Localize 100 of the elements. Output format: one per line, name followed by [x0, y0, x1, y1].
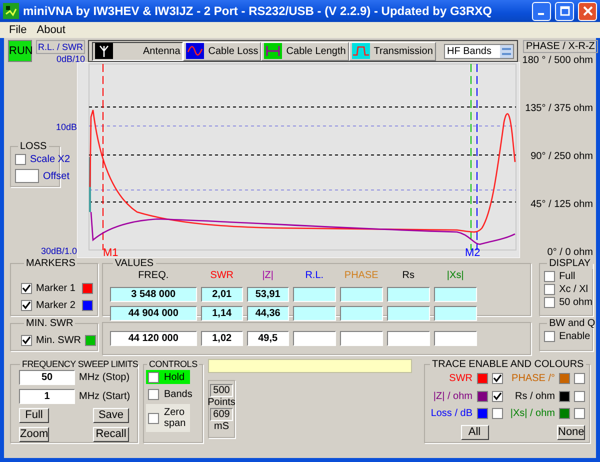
button[interactable]: All	[460, 424, 489, 440]
checkbox[interactable]	[492, 408, 503, 420]
trace-label: |Z| / ohm	[433, 390, 473, 402]
axis-label: 135° / 375 ohm	[525, 103, 593, 114]
unit-label: MHz (Start)	[79, 391, 131, 402]
window-title: miniVNA by IW3HEV & IW3IJZ - 2 Port - RS232/USB - (V 2.2.9) - Updated by G3RXQ	[23, 4, 493, 18]
marker-label: M2	[465, 247, 480, 258]
run-button[interactable]: RUN	[8, 40, 32, 62]
field-label: Offset	[43, 170, 70, 182]
checkbox-label: Zero span	[164, 407, 187, 429]
trace-label: SWR	[449, 373, 473, 384]
close-button[interactable]	[578, 2, 597, 20]
value-field	[434, 331, 477, 346]
stop-field[interactable]: 50	[19, 370, 75, 386]
checkbox[interactable]	[21, 300, 32, 311]
checkbox[interactable]	[574, 373, 585, 384]
axis-label: 10dB	[54, 122, 77, 133]
value-field	[386, 331, 430, 346]
group-title: TRACE ENABLE AND COLOURS	[431, 359, 585, 370]
checkbox[interactable]	[148, 412, 159, 424]
value-field: 1,14	[200, 306, 243, 321]
value-field: 44 904 000	[110, 306, 197, 321]
checkbox[interactable]	[544, 271, 556, 282]
value-field	[386, 287, 430, 302]
minimize-button[interactable]	[532, 2, 551, 20]
group-title: DISPLAY	[548, 258, 592, 269]
control-item[interactable]: Hold	[146, 370, 190, 384]
column-header: R.L.	[304, 269, 325, 283]
trace-line	[89, 157, 91, 212]
tab[interactable]: Cable Loss	[183, 42, 262, 60]
axis-title: PHASE / X-R-Z	[523, 40, 598, 53]
ruler-icon[interactable]	[264, 43, 282, 59]
button[interactable]: None	[557, 424, 585, 440]
checkbox-label: Full	[559, 271, 576, 282]
close-icon[interactable]	[582, 6, 592, 16]
maximize-button[interactable]	[555, 2, 574, 20]
axis-label: 45° / 125 ohm	[530, 199, 593, 210]
group-title: MIN. SWR	[25, 318, 74, 329]
button[interactable]: Zoom	[19, 426, 49, 442]
points-field: 500	[210, 384, 233, 397]
tab[interactable]: Cable Length	[261, 42, 349, 60]
checkbox-label: Enable	[559, 331, 590, 342]
tab[interactable]: Transmission	[348, 42, 436, 60]
group-title: VALUES	[114, 258, 155, 269]
trace-label: PHASE /°	[512, 373, 555, 384]
checkbox[interactable]	[574, 390, 585, 402]
checkbox[interactable]	[492, 390, 503, 402]
checkbox-label: Min. SWR	[36, 335, 81, 346]
value-field	[386, 306, 430, 321]
column-header: SWR	[209, 269, 235, 283]
value-field	[340, 287, 383, 302]
checkbox[interactable]	[148, 372, 159, 382]
checkbox-label: Marker 2	[36, 300, 76, 311]
checkbox-label: Xc / Xl	[559, 284, 588, 295]
checkbox-label: Scale X2	[30, 154, 70, 165]
value-field	[292, 331, 336, 346]
value-field: 49,5	[246, 331, 289, 346]
menu-item[interactable]: File	[4, 24, 32, 36]
value-field	[434, 287, 477, 302]
field-label: mS	[214, 421, 229, 432]
time-field: 609	[210, 408, 233, 421]
offset-field[interactable]	[15, 169, 39, 183]
group-title: BW and Q	[548, 318, 596, 329]
pulse-icon[interactable]	[352, 43, 370, 59]
column-header: |Xs|	[446, 269, 465, 283]
field-label: Points	[208, 397, 236, 408]
checkbox[interactable]	[544, 331, 556, 342]
checkbox[interactable]	[492, 373, 503, 384]
trace-label: |Xs| / ohm	[510, 408, 555, 420]
control-item[interactable]: Zero span	[146, 404, 190, 432]
group-title: CONTROLS	[148, 359, 198, 369]
group-title: LOSS	[19, 141, 48, 152]
button[interactable]: Recall	[93, 426, 129, 442]
button[interactable]: Save	[93, 408, 129, 423]
checkbox[interactable]	[544, 297, 556, 308]
group-title: FREQUENCY SWEEP LIMITS	[21, 359, 140, 369]
tab[interactable]: Antenna	[92, 42, 184, 60]
app-icon	[3, 3, 19, 19]
checkbox-label: Bands	[164, 388, 192, 400]
checkbox[interactable]	[21, 335, 32, 346]
checkbox[interactable]	[15, 154, 26, 165]
checkbox[interactable]	[148, 388, 159, 400]
axis-label: 30dB/1.0	[40, 246, 77, 257]
checkbox[interactable]	[21, 283, 32, 294]
menu-item[interactable]: About	[32, 24, 70, 36]
value-field	[434, 306, 477, 321]
checkbox[interactable]	[544, 284, 556, 295]
button[interactable]: Full	[19, 408, 49, 423]
trace-label: Rs / ohm	[514, 390, 555, 402]
column-header: |Z|	[261, 269, 275, 283]
wave-icon[interactable]	[186, 43, 204, 59]
value-field: 2,01	[200, 287, 243, 302]
spinner-icon[interactable]	[500, 44, 513, 58]
start-field[interactable]: 1	[19, 389, 75, 404]
band-select[interactable]: HF Bands	[444, 44, 514, 58]
checkbox[interactable]	[574, 408, 585, 420]
axis-label: 0dB/10	[55, 54, 86, 65]
antenna-icon[interactable]	[95, 43, 113, 59]
control-item[interactable]: Bands	[146, 387, 190, 401]
maximize-icon[interactable]	[560, 6, 570, 16]
